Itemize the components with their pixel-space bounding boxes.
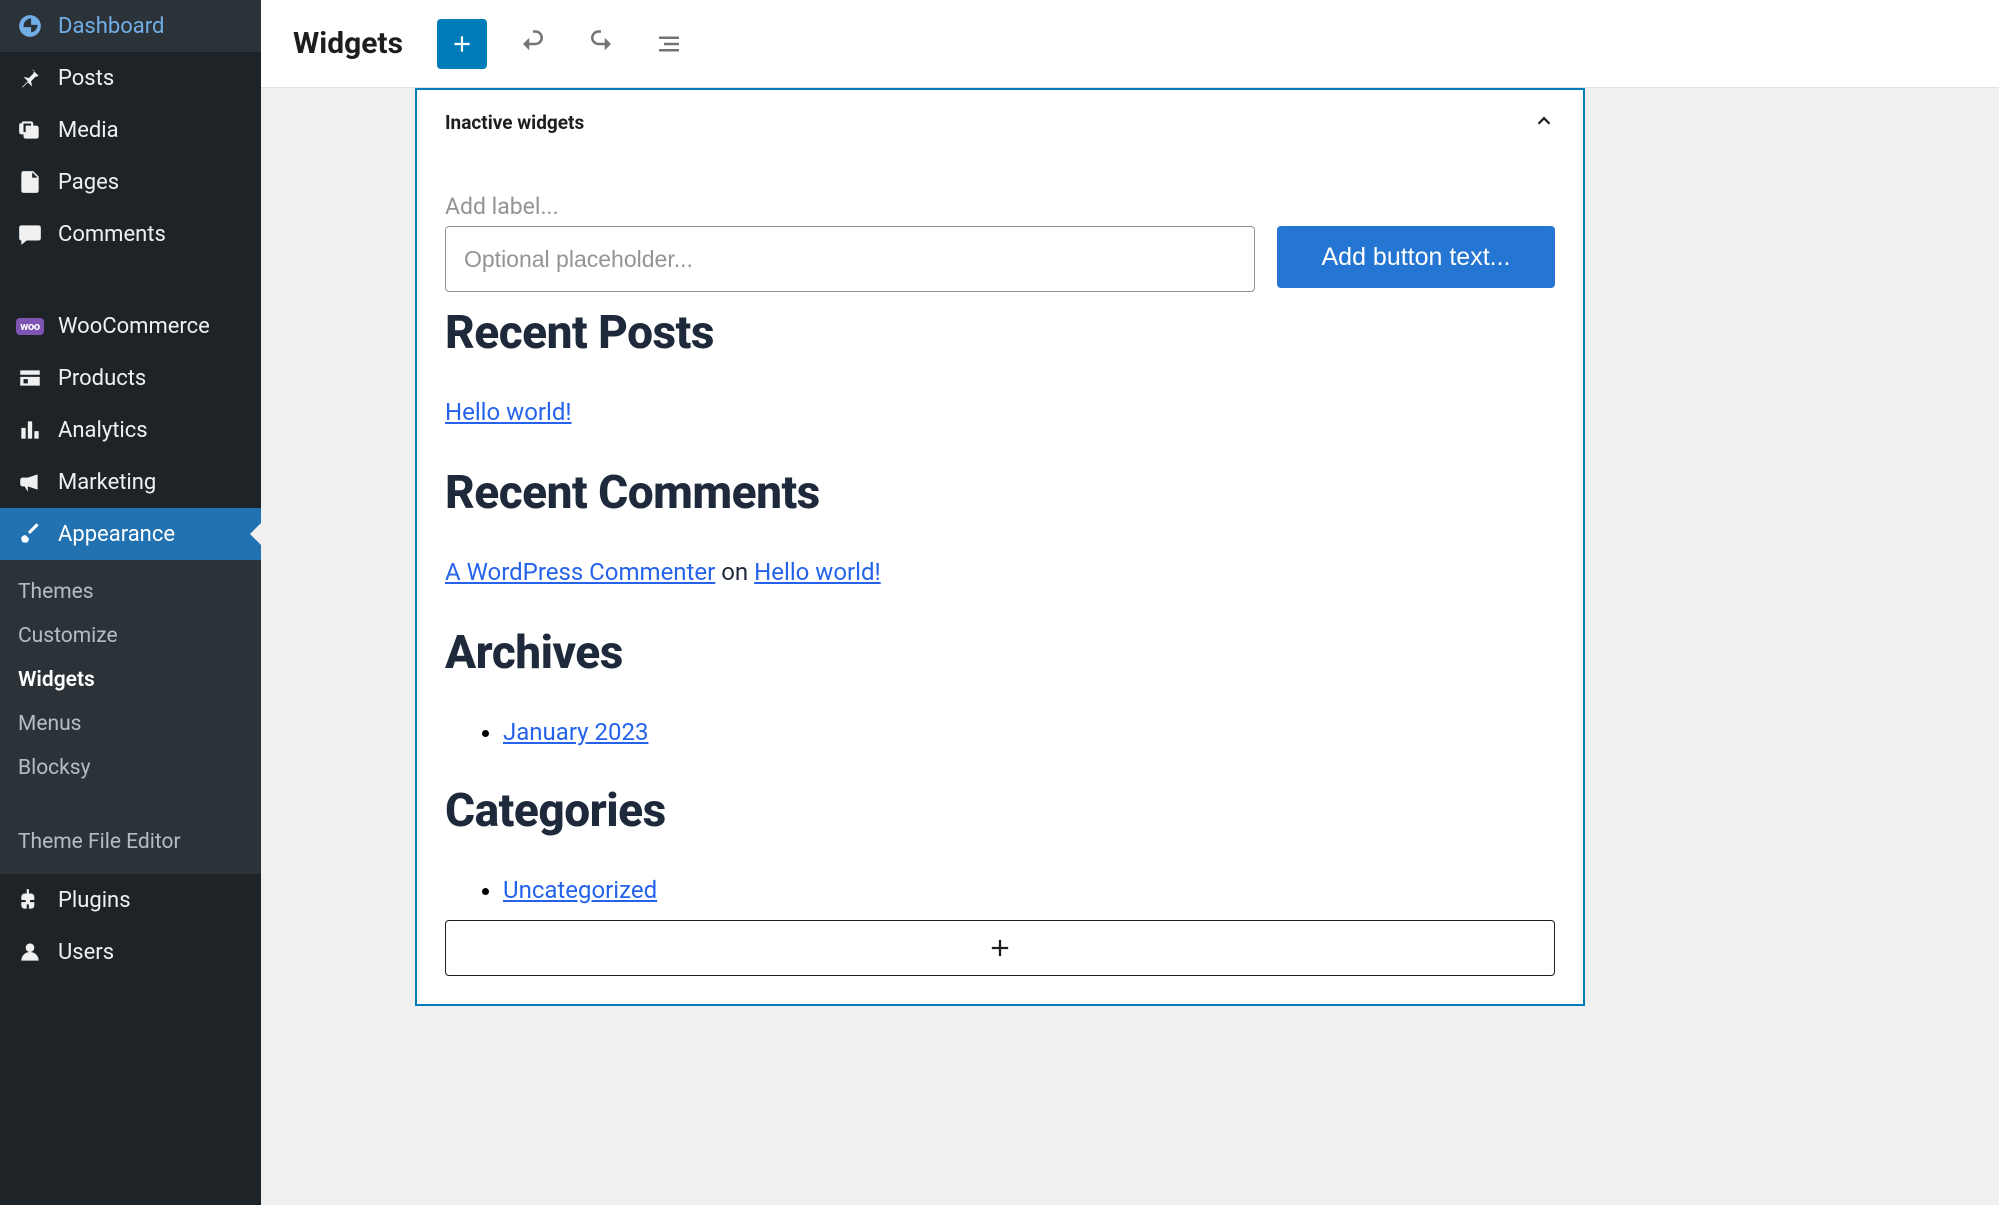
panel-body: Add label... Add button text... Recent P… bbox=[417, 193, 1583, 1004]
search-input[interactable] bbox=[445, 226, 1255, 292]
connector-text: on bbox=[715, 558, 754, 586]
sidebar-label: Plugins bbox=[58, 888, 131, 913]
sidebar-label: Products bbox=[58, 366, 146, 391]
submenu-item-themes[interactable]: Themes bbox=[0, 570, 261, 614]
comment-post-link[interactable]: Hello world! bbox=[754, 558, 881, 586]
sidebar-item-pages[interactable]: Pages bbox=[0, 156, 261, 208]
brush-icon bbox=[16, 520, 44, 548]
sidebar-item-dashboard[interactable]: Dashboard bbox=[0, 0, 261, 52]
search-block: Add button text... bbox=[445, 226, 1555, 292]
sidebar-label: Comments bbox=[58, 222, 166, 247]
admin-sidebar: Dashboard Posts Media Pages Comments bbox=[0, 0, 261, 1205]
archives-heading: Archives bbox=[445, 626, 1555, 680]
analytics-icon bbox=[16, 416, 44, 444]
archives-list: January 2023 bbox=[445, 718, 1555, 746]
recent-comment-item: A WordPress Commenter on Hello world! bbox=[445, 558, 881, 586]
categories-heading: Categories bbox=[445, 784, 1555, 838]
users-icon bbox=[16, 938, 44, 966]
sidebar-item-appearance[interactable]: Appearance bbox=[0, 508, 261, 560]
sidebar-label: Dashboard bbox=[58, 14, 164, 39]
sidebar-item-comments[interactable]: Comments bbox=[0, 208, 261, 260]
pages-icon bbox=[16, 168, 44, 196]
editor-topbar: Widgets bbox=[261, 0, 1999, 88]
appearance-submenu: Themes Customize Widgets Menus Blocksy T… bbox=[0, 560, 261, 874]
sidebar-item-posts[interactable]: Posts bbox=[0, 52, 261, 104]
products-icon bbox=[16, 364, 44, 392]
submenu-item-theme-file-editor[interactable]: Theme File Editor bbox=[0, 820, 261, 864]
dashboard-icon bbox=[16, 12, 44, 40]
recent-posts-heading: Recent Posts bbox=[445, 306, 1555, 360]
megaphone-icon bbox=[16, 468, 44, 496]
sidebar-item-analytics[interactable]: Analytics bbox=[0, 404, 261, 456]
categories-widget[interactable]: Categories Uncategorized bbox=[445, 784, 1555, 904]
sidebar-item-products[interactable]: Products bbox=[0, 352, 261, 404]
sidebar-label: Pages bbox=[58, 170, 119, 195]
main-content: Widgets Inactive widgets bbox=[261, 0, 1999, 1205]
list-item: January 2023 bbox=[503, 718, 1555, 746]
archive-link[interactable]: January 2023 bbox=[503, 718, 648, 746]
categories-list: Uncategorized bbox=[445, 876, 1555, 904]
sidebar-item-media[interactable]: Media bbox=[0, 104, 261, 156]
sidebar-label: Posts bbox=[58, 66, 114, 91]
search-button[interactable]: Add button text... bbox=[1277, 226, 1555, 288]
archives-widget[interactable]: Archives January 2023 bbox=[445, 626, 1555, 746]
append-block-button[interactable] bbox=[445, 920, 1555, 976]
sidebar-item-users[interactable]: Users bbox=[0, 926, 261, 966]
comments-icon bbox=[16, 220, 44, 248]
recent-posts-widget[interactable]: Recent Posts Hello world! bbox=[445, 306, 1555, 426]
label-placeholder[interactable]: Add label... bbox=[445, 193, 1555, 220]
panel-title: Inactive widgets bbox=[445, 111, 584, 134]
plugin-icon bbox=[16, 886, 44, 914]
sidebar-label: Analytics bbox=[58, 418, 148, 443]
sidebar-item-woocommerce[interactable]: woo WooCommerce bbox=[0, 300, 261, 352]
recent-comments-heading: Recent Comments bbox=[445, 466, 1555, 520]
page-title: Widgets bbox=[293, 26, 403, 61]
sidebar-label: Media bbox=[58, 118, 119, 143]
add-block-button[interactable] bbox=[437, 19, 487, 69]
sidebar-label: Appearance bbox=[58, 522, 175, 547]
pin-icon bbox=[16, 64, 44, 92]
editor-canvas: Inactive widgets Add label... Add button… bbox=[261, 88, 1999, 1205]
recent-post-link[interactable]: Hello world! bbox=[445, 398, 572, 426]
list-item: Uncategorized bbox=[503, 876, 1555, 904]
submenu-item-widgets[interactable]: Widgets bbox=[0, 658, 261, 702]
submenu-item-customize[interactable]: Customize bbox=[0, 614, 261, 658]
recent-comments-widget[interactable]: Recent Comments A WordPress Commenter on… bbox=[445, 466, 1555, 586]
submenu-item-menus[interactable]: Menus bbox=[0, 702, 261, 746]
panel-header[interactable]: Inactive widgets bbox=[417, 90, 1583, 149]
woocommerce-icon: woo bbox=[16, 312, 44, 340]
inactive-widgets-panel[interactable]: Inactive widgets Add label... Add button… bbox=[415, 88, 1585, 1006]
comment-author-link[interactable]: A WordPress Commenter bbox=[445, 558, 715, 586]
undo-button[interactable] bbox=[511, 22, 555, 66]
sidebar-item-plugins[interactable]: Plugins bbox=[0, 874, 261, 926]
sidebar-label: WooCommerce bbox=[58, 314, 210, 339]
sidebar-item-marketing[interactable]: Marketing bbox=[0, 456, 261, 508]
redo-button[interactable] bbox=[579, 22, 623, 66]
list-view-button[interactable] bbox=[647, 22, 691, 66]
category-link[interactable]: Uncategorized bbox=[503, 876, 657, 904]
submenu-item-blocksy[interactable]: Blocksy bbox=[0, 746, 261, 790]
sidebar-label: Marketing bbox=[58, 470, 156, 495]
sidebar-label: Users bbox=[58, 940, 114, 965]
collapse-toggle[interactable] bbox=[1533, 110, 1555, 135]
media-icon bbox=[16, 116, 44, 144]
